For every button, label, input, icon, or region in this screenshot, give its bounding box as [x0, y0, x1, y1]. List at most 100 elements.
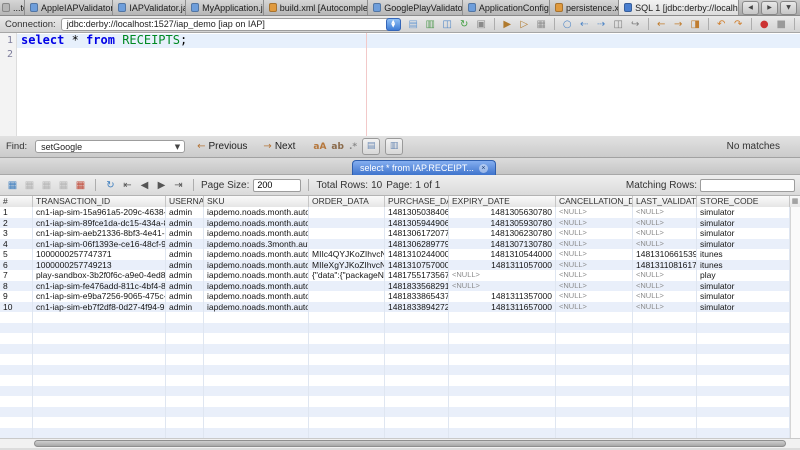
cell[interactable]: 1481307130780 — [449, 239, 556, 250]
cell[interactable]: <NULL> — [556, 239, 633, 250]
sql-editor[interactable]: 1 2 select * from RECEIPTS; — [0, 33, 800, 136]
cell[interactable]: iapdemo.noads.month.auto — [204, 302, 309, 313]
cell[interactable]: <NULL> — [556, 207, 633, 218]
cell[interactable]: itunes — [697, 260, 790, 271]
cell[interactable]: MIIc4QYJKoZIhvcNAQc... — [309, 249, 385, 260]
column-header[interactable]: LAST_VALIDATED — [633, 196, 697, 207]
regex-icon[interactable]: .* — [349, 142, 357, 152]
cell[interactable]: {"data":{"packageNam... — [309, 270, 385, 281]
goto-icon[interactable]: ↪ — [628, 17, 643, 32]
cancel-edits-icon[interactable]: ▦ — [56, 178, 71, 193]
insert-record-icon[interactable]: ▦ — [5, 178, 20, 193]
cell[interactable]: admin — [166, 218, 204, 229]
cell[interactable]: iapdemo.noads.month.auto — [204, 228, 309, 239]
cell[interactable]: <NULL> — [633, 239, 697, 250]
page-size-input[interactable] — [253, 179, 301, 192]
cell[interactable]: play — [697, 270, 790, 281]
find-history-dropdown-icon[interactable]: ▼ — [175, 143, 184, 151]
sql-history-icon[interactable]: ▦ — [534, 17, 549, 32]
find-next-icon[interactable]: ⇢ — [594, 17, 609, 32]
delete-record-icon[interactable]: ▦ — [22, 178, 37, 193]
editor-tab[interactable]: ApplicationConfig.java× — [463, 0, 550, 15]
cell[interactable]: <NULL> — [633, 218, 697, 229]
shift-right-icon[interactable]: → — [671, 17, 686, 32]
refresh-icon[interactable]: ↻ — [457, 17, 472, 32]
new-file-icon[interactable]: ▤ — [406, 17, 421, 32]
cell[interactable]: <NULL> — [449, 270, 556, 281]
cell[interactable]: simulator — [697, 291, 790, 302]
cell[interactable]: 1481833865437 — [385, 291, 449, 302]
column-header[interactable]: PURCHASE_DATE — [385, 196, 449, 207]
redo-icon[interactable]: ↷ — [731, 17, 746, 32]
cell[interactable]: 10 — [0, 302, 33, 313]
editor-tab[interactable]: GooglePlayValidator.java× — [368, 0, 463, 15]
cell[interactable]: admin — [166, 249, 204, 260]
cell[interactable]: 1 — [0, 207, 33, 218]
cell[interactable]: 1000000257749213 — [33, 260, 166, 271]
cell[interactable]: 3 — [0, 228, 33, 239]
search-selection-icon[interactable]: ▥ — [385, 138, 403, 155]
cell[interactable]: 1481306289779 — [385, 239, 449, 250]
cell[interactable]: simulator — [697, 228, 790, 239]
cell[interactable]: cn1-iap-sim-06f1393e-ce16-48cf-91... — [33, 239, 166, 250]
cell[interactable]: admin — [166, 239, 204, 250]
cell[interactable] — [309, 302, 385, 313]
cell[interactable]: itunes — [697, 249, 790, 260]
cell[interactable]: 1481306172077 — [385, 228, 449, 239]
editor-tab[interactable]: ...tor× — [0, 0, 25, 15]
cell[interactable]: simulator — [697, 239, 790, 250]
cell[interactable]: 1481305038406 — [385, 207, 449, 218]
cell[interactable]: 9 — [0, 291, 33, 302]
cell[interactable] — [309, 291, 385, 302]
cell[interactable]: 1481306230780 — [449, 228, 556, 239]
cell[interactable]: play-sandbox-3b2f0f6c-a9e0-4ed8-b... — [33, 270, 166, 281]
cell[interactable]: cn1-iap-sim-fe476add-811c-4bf4-84... — [33, 281, 166, 292]
cell[interactable]: 1481755173567 — [385, 270, 449, 281]
cell[interactable]: iapdemo.noads.month.auto — [204, 260, 309, 271]
cell[interactable]: 7 — [0, 270, 33, 281]
whole-word-icon[interactable]: ab — [331, 142, 344, 152]
highlight-results-icon[interactable]: ▤ — [362, 138, 380, 155]
column-header[interactable]: CANCELLATION_DATE — [556, 196, 633, 207]
refresh-results-icon[interactable]: ↻ — [103, 178, 118, 193]
cell[interactable]: iapdemo.noads.3month.auto — [204, 239, 309, 250]
cell[interactable]: 2 — [0, 218, 33, 229]
find-previous-icon[interactable]: ⇠ — [577, 17, 592, 32]
column-header[interactable]: # — [0, 196, 33, 207]
cell[interactable]: iapdemo.noads.month.auto — [204, 270, 309, 281]
editor-tab[interactable]: persistence.xml× — [550, 0, 619, 15]
cell[interactable] — [309, 239, 385, 250]
find-input[interactable]: setGoogle ▼ — [35, 140, 185, 153]
editor-tab[interactable]: build.xml [AutocompleteTest]× — [264, 0, 368, 15]
cell[interactable]: admin — [166, 228, 204, 239]
editor-tab[interactable]: MyApplication.java× — [186, 0, 264, 15]
cell[interactable] — [309, 218, 385, 229]
cell[interactable]: <NULL> — [556, 218, 633, 229]
cell[interactable]: 1481833894272 — [385, 302, 449, 313]
editor-tab[interactable]: IAPValidator.java× — [113, 0, 186, 15]
save-icon[interactable]: ◫ — [440, 17, 455, 32]
cell[interactable]: <NULL> — [556, 228, 633, 239]
run-selection-icon[interactable]: ▷ — [517, 17, 532, 32]
cell[interactable]: 1481833568291 — [385, 281, 449, 292]
last-page-icon[interactable]: ⇥ — [171, 178, 186, 193]
find-next-button[interactable]: → Next — [259, 140, 299, 153]
cell[interactable]: 1481305944906 — [385, 218, 449, 229]
cell[interactable]: <NULL> — [449, 281, 556, 292]
cell[interactable]: 1481310244000 — [385, 249, 449, 260]
column-header[interactable]: SKU — [204, 196, 309, 207]
vertical-scrollbar[interactable] — [790, 207, 800, 438]
results-tab[interactable]: select * from IAP.RECEIPT... × — [352, 160, 496, 175]
open-file-icon[interactable]: ▥ — [423, 17, 438, 32]
cell[interactable]: admin — [166, 302, 204, 313]
cell[interactable]: <NULL> — [556, 291, 633, 302]
cell[interactable]: iapdemo.noads.month.auto — [204, 207, 309, 218]
cell[interactable]: 1000000257747371 — [33, 249, 166, 260]
connection-dropdown-icon[interactable]: ▲▼ — [386, 18, 401, 31]
column-settings-icon[interactable]: ▦ — [790, 196, 800, 207]
match-case-icon[interactable]: aA — [313, 142, 326, 152]
column-header[interactable]: STORE_CODE — [697, 196, 790, 207]
cell[interactable]: 1481311657000 — [449, 302, 556, 313]
cell[interactable]: <NULL> — [556, 281, 633, 292]
column-header[interactable]: TRANSACTION_ID — [33, 196, 166, 207]
